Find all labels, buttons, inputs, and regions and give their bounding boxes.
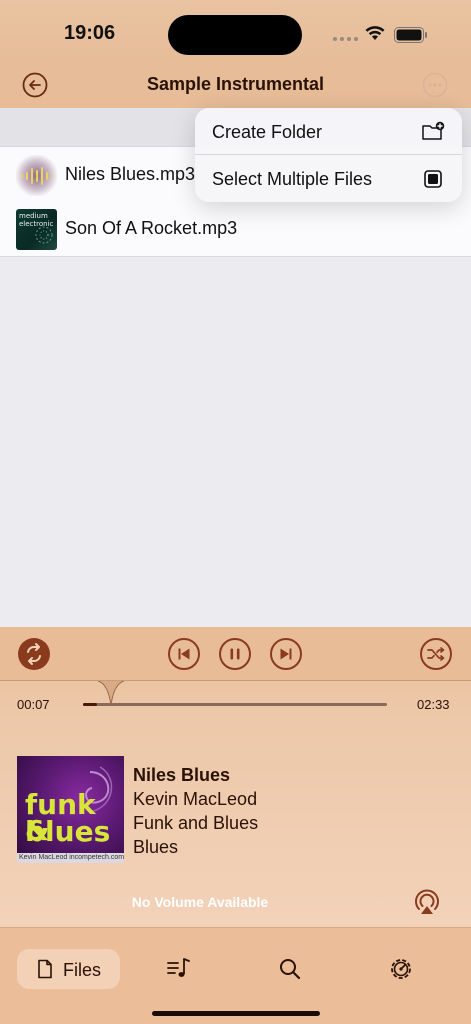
tab-files[interactable]: Files — [17, 949, 120, 989]
pause-icon — [230, 648, 240, 660]
file-row[interactable]: medium electronic Son Of A Rocket.mp3 — [0, 201, 471, 257]
file-name: Niles Blues.mp3 — [65, 164, 196, 184]
tab-search[interactable] — [276, 949, 306, 989]
navigation-bar: Sample Instrumental — [0, 60, 471, 108]
file-thumbnail — [16, 155, 57, 196]
airplay-icon[interactable] — [412, 887, 442, 917]
skip-back-icon — [178, 648, 190, 660]
duration-time: 02:33 — [417, 697, 450, 712]
pause-button[interactable] — [219, 638, 251, 670]
previous-track-button[interactable] — [168, 638, 200, 670]
album-artwork: funk & blues Kevin MacLeod incompetech.c… — [17, 756, 124, 863]
status-bar: 19:06 — [0, 0, 471, 60]
song-genre: Blues — [133, 837, 179, 857]
more-icon[interactable] — [422, 72, 448, 98]
document-icon — [38, 959, 52, 979]
signal-icon — [333, 37, 358, 41]
volume-status: No Volume Available — [131, 894, 269, 910]
repeat-icon — [27, 643, 41, 665]
next-track-button[interactable] — [270, 638, 302, 670]
tab-settings[interactable] — [386, 949, 416, 989]
tab-bar: Files — [0, 927, 471, 1024]
skip-forward-icon — [280, 648, 292, 660]
song-album: Funk and Blues — [133, 813, 259, 833]
context-menu: Create Folder Select Multiple Files — [195, 108, 462, 202]
slider-thumb[interactable] — [97, 681, 124, 705]
file-thumbnail: medium electronic — [16, 209, 57, 250]
song-title: Niles Blues — [133, 765, 231, 785]
artwork-caption: Kevin MacLeod incompetech.com — [17, 853, 124, 863]
empty-content-area — [0, 257, 471, 627]
playlist-icon — [167, 958, 190, 977]
shuffle-button[interactable] — [420, 638, 452, 670]
page-title: Sample Instrumental — [146, 74, 325, 94]
progress-fill — [83, 703, 97, 706]
progress-slider[interactable] — [83, 703, 387, 706]
gear-icon — [391, 959, 411, 979]
menu-item-label: Select Multiple Files — [212, 169, 373, 189]
select-multiple-files-menu-item[interactable]: Select Multiple Files — [195, 155, 462, 202]
status-time: 19:06 — [64, 22, 116, 44]
battery-icon — [394, 27, 427, 43]
now-playing-panel: 00:07 02:33 funk & blues Kevin MacLeod i… — [0, 627, 471, 927]
waveform-icon — [21, 167, 53, 185]
folder-add-icon — [422, 121, 445, 140]
elapsed-time: 00:07 — [17, 697, 50, 712]
artwork-text: blues — [25, 815, 111, 848]
pattern-icon — [35, 226, 53, 244]
dynamic-island — [168, 15, 302, 55]
shuffle-icon — [427, 647, 445, 661]
home-indicator — [152, 1011, 320, 1016]
song-artist: Kevin MacLeod — [133, 789, 258, 809]
create-folder-menu-item[interactable]: Create Folder — [195, 108, 462, 155]
search-icon — [280, 959, 301, 980]
checkbox-icon — [424, 170, 442, 188]
file-name: Son Of A Rocket.mp3 — [65, 218, 238, 238]
wifi-icon — [365, 26, 385, 40]
tab-playlist[interactable] — [164, 949, 194, 989]
playback-controls — [0, 627, 471, 681]
repeat-button[interactable] — [18, 638, 50, 670]
tab-label: Files — [63, 960, 102, 980]
menu-item-label: Create Folder — [212, 122, 323, 142]
